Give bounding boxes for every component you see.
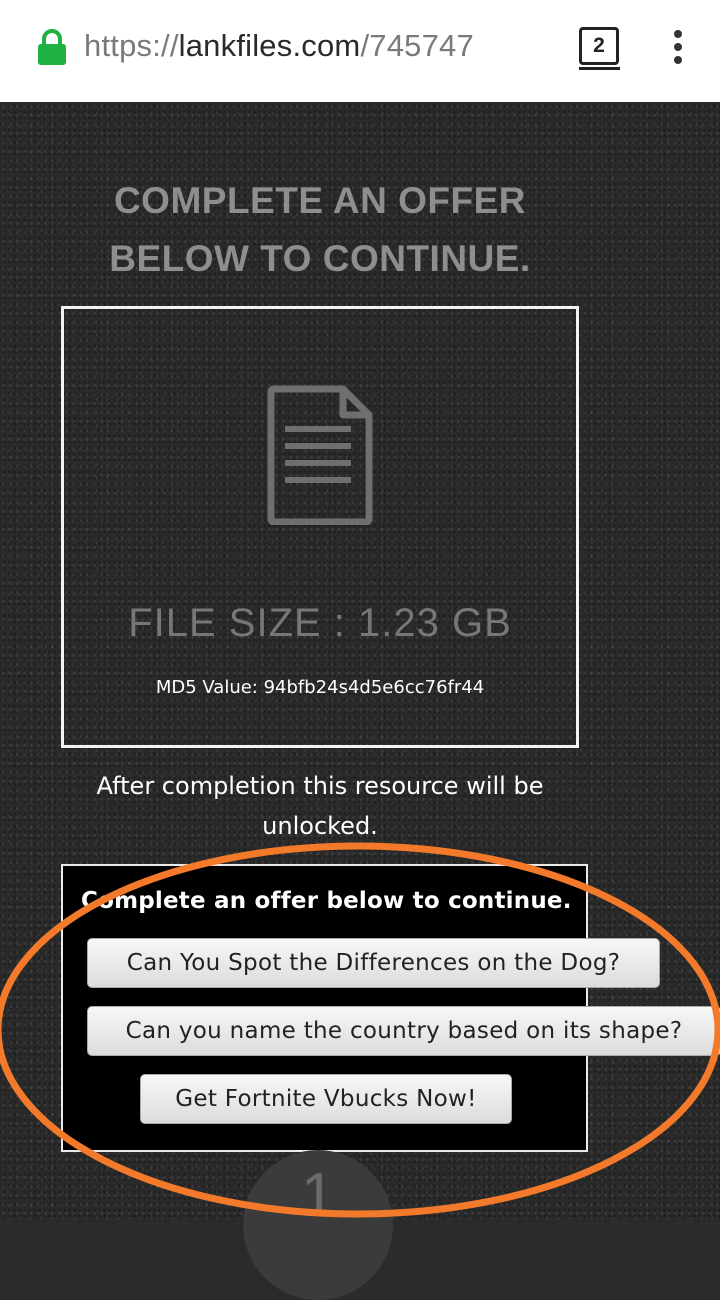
offer-panel: Complete an offer below to continue. Can… [61,864,720,1152]
md5-value: MD5 Value: 94bfb24s4d5e6cc76fr44 [155,677,485,698]
overflow-menu-icon[interactable] [672,30,684,64]
pager-circle[interactable]: 1 [243,1150,393,1300]
file-info-box: FILE SIZE : 1.23 GB MD5 Value: 94bfb24s4… [61,306,579,748]
tab-switcher-underline [579,67,620,70]
pager-number: 1 [300,1161,336,1230]
offer-button-fortnite-vbucks[interactable]: Get Fortnite Vbucks Now! [140,1074,512,1124]
offer-button-dog-differences[interactable]: Can You Spot the Differences on the Dog? [87,938,660,988]
url-path: /745747 [360,28,474,63]
address-bar[interactable]: https://lankfiles.com/745747 [84,28,474,64]
page-headline: COMPLETE AN OFFER BELOW TO CONTINUE. [0,172,640,288]
offer-button-country-shape[interactable]: Can you name the country based on its sh… [87,1006,720,1056]
url-host: lankfiles.com [178,28,361,63]
unlock-notice: After completion this resource will be u… [96,772,544,840]
lock-icon[interactable] [37,28,67,66]
file-size: FILE SIZE : 1.23 GB [128,601,512,645]
browser-toolbar: https://lankfiles.com/745747 2 [0,0,720,103]
offer-panel-title: Complete an offer below to continue. [81,888,572,914]
url-scheme: https:// [84,28,179,63]
document-icon [267,385,373,525]
headline-line-2: BELOW TO CONTINUE. [109,238,531,279]
tab-switcher-icon[interactable]: 2 [579,27,619,65]
headline-line-1: COMPLETE AN OFFER [113,180,527,221]
